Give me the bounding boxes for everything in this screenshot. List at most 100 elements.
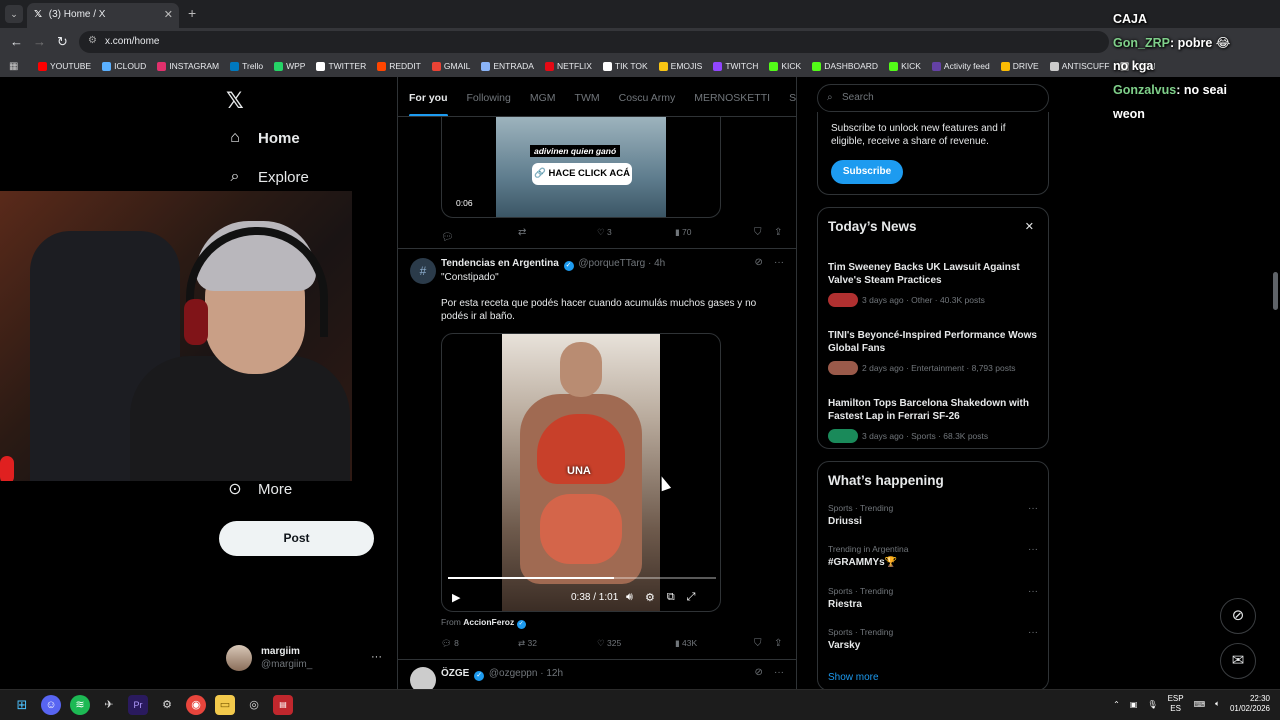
folder-icon[interactable]: ▭ <box>215 695 235 715</box>
post-button[interactable]: Post <box>219 521 374 556</box>
microphone-icon[interactable]: 🎙︎ <box>1147 700 1157 709</box>
bookmark-item[interactable]: Trello <box>230 61 263 71</box>
discord-icon[interactable]: ☺ <box>41 695 61 715</box>
account-menu-icon[interactable]: ··· <box>371 651 382 663</box>
trend-item[interactable]: Trending in Argentina #GRAMMYs🏆 ··· <box>828 544 1040 568</box>
timeline-tab[interactable]: For you <box>409 77 448 116</box>
timeline-tab[interactable]: TWM <box>575 77 600 116</box>
new-tab-button[interactable]: + <box>188 5 196 21</box>
tweet-author-handle[interactable]: @ozgeppn <box>489 668 538 679</box>
spotify-icon[interactable]: ≋ <box>70 695 90 715</box>
bookmark-item[interactable]: TWITCH <box>713 61 758 71</box>
tray-app-icon[interactable]: ▣ <box>1130 700 1138 709</box>
bookmark-item[interactable]: GMAIL <box>431 61 470 71</box>
url-field[interactable]: ⚙ x.com/home <box>79 31 1109 53</box>
trend-more-icon[interactable]: ··· <box>1028 544 1038 555</box>
trend-item[interactable]: Sports · Trending Varsky ··· <box>828 627 1040 651</box>
language-indicator[interactable]: ESP ES <box>1168 694 1184 714</box>
grok-icon[interactable]: ⊘ <box>1220 598 1256 634</box>
nav-more[interactable]: ⊙ More <box>226 479 292 499</box>
timeline-tab[interactable]: S <box>789 77 796 116</box>
timeline-tab[interactable]: MGM <box>530 77 556 116</box>
tweet-time[interactable]: 4h <box>654 258 665 269</box>
tweet-author-name[interactable]: ÖZGE <box>441 668 469 679</box>
bookmark-icon[interactable]: ⛉ <box>754 638 762 649</box>
bookmark-item[interactable]: KICK <box>889 61 921 71</box>
tweet-video[interactable]: UNA ▶ 0:38 / 1:01 🔊︎ ⚙ ⧉ ⤢ <box>441 333 721 612</box>
bookmark-item[interactable]: EMOJIS <box>658 61 702 71</box>
timeline-tab[interactable]: Coscu Army <box>619 77 676 116</box>
share-icon[interactable]: ⇪ <box>774 638 782 649</box>
site-info-icon[interactable]: ⚙ <box>88 35 97 46</box>
subscribe-button[interactable]: Subscribe <box>831 160 903 184</box>
bookmark-item[interactable]: YOUTUBE <box>38 61 91 71</box>
trend-item[interactable]: Sports · Trending Driussi ··· <box>828 503 1040 527</box>
bookmark-item[interactable]: DRIVE <box>1000 61 1039 71</box>
tab-close-icon[interactable]: ✕ <box>164 8 173 21</box>
grok-icon[interactable]: ⊘ <box>754 667 762 678</box>
bookmark-item[interactable]: INSTAGRAM <box>157 61 219 71</box>
premiere-icon[interactable]: Pr <box>128 695 148 715</box>
bookmark-item[interactable]: KICK <box>769 61 801 71</box>
tweet-author-handle[interactable]: @porqueTTarg <box>578 258 645 269</box>
obs-icon[interactable]: ◎ <box>244 695 264 715</box>
clock[interactable]: 22:30 01/02/2026 <box>1230 694 1270 714</box>
bookmark-item[interactable]: Activity feed <box>931 61 990 71</box>
trend-more-icon[interactable]: ··· <box>1028 586 1038 597</box>
reload-icon[interactable]: ↻ <box>57 34 68 50</box>
tweet-time[interactable]: 12h <box>546 668 563 679</box>
more-icon[interactable]: ··· <box>774 257 784 268</box>
play-icon[interactable]: ▶ <box>452 591 460 604</box>
close-icon[interactable]: ✕ <box>1025 220 1034 233</box>
search-input[interactable]: ⌕ Search <box>817 84 1049 112</box>
nav-home[interactable]: ⌂ Home <box>226 129 300 147</box>
tweet-video[interactable]: adivinen quien ganó 🔗 HACE CLICK ACÁ 0:0… <box>441 117 721 218</box>
bookmark-item[interactable]: REDDIT <box>377 61 421 71</box>
account-switcher[interactable]: margiim @margiim_ ··· <box>226 643 386 673</box>
views-button[interactable]: ▮ 70 <box>675 227 692 238</box>
trend-more-icon[interactable]: ··· <box>1028 627 1038 638</box>
back-arrow-icon[interactable]: ← <box>10 34 23 49</box>
trend-item[interactable]: Sports · Trending Riestra ··· <box>828 586 1040 610</box>
news-item[interactable]: Hamilton Tops Barcelona Shakedown with F… <box>828 397 1040 443</box>
windows-start-icon[interactable]: ⊞ <box>12 695 32 715</box>
avatar[interactable]: # <box>410 258 436 284</box>
timeline-tab[interactable]: Following <box>467 77 511 116</box>
volume-icon[interactable]: 🔈︎ <box>1215 699 1220 709</box>
like-button[interactable]: ♡ 325 <box>597 638 621 649</box>
source-name[interactable]: AccionFeroz <box>463 617 514 627</box>
reply-icon[interactable]: 💬︎ <box>441 227 454 245</box>
bookmark-item[interactable]: ANTISCUFF <box>1049 61 1109 71</box>
bookmark-item[interactable]: ICLOUD <box>102 61 146 71</box>
avatar[interactable] <box>410 667 436 689</box>
scrollbar-thumb[interactable] <box>1273 272 1278 310</box>
bookmark-item[interactable]: DASHBOARD <box>812 61 878 71</box>
retweet-icon[interactable]: ⇄ <box>518 227 526 238</box>
views-button[interactable]: ▮ 43K <box>675 638 697 649</box>
settings-icon[interactable]: ⚙ <box>645 591 655 604</box>
bookmark-icon[interactable]: ⛉ <box>754 227 762 238</box>
share-icon[interactable]: ⇪ <box>774 227 782 238</box>
app-icon[interactable]: ▤ <box>273 695 293 715</box>
fullscreen-icon[interactable]: ⤢ <box>687 591 696 604</box>
pip-icon[interactable]: ⧉ <box>667 591 675 604</box>
gear-icon[interactable]: ⚙ <box>157 695 177 715</box>
video-progress-bar[interactable] <box>448 577 716 579</box>
news-item[interactable]: TINI's Beyoncé-Inspired Performance Wows… <box>828 329 1040 375</box>
paper-plane-icon[interactable]: ✈ <box>99 695 119 715</box>
bookmark-item[interactable]: WPP <box>274 61 305 71</box>
network-icon[interactable]: ⌨ <box>1194 700 1206 709</box>
apps-grid-icon[interactable]: ▦ <box>9 61 18 72</box>
show-more-link[interactable]: Show more <box>828 672 879 683</box>
tray-chevron-icon[interactable]: ⌃ <box>1113 700 1120 709</box>
bookmark-item[interactable]: TIK TOK <box>602 61 648 71</box>
more-icon[interactable]: ··· <box>774 667 784 678</box>
like-button[interactable]: ♡ 3 <box>597 227 612 238</box>
tweet-author-name[interactable]: Tendencias en Argentina <box>441 258 559 269</box>
news-item[interactable]: Tim Sweeney Backs UK Lawsuit Against Val… <box>828 261 1040 307</box>
bookmark-item[interactable]: NETFLIX <box>544 61 592 71</box>
timeline-tab[interactable]: MERNOSKETTI <box>694 77 770 116</box>
chrome-icon[interactable]: ◉ <box>186 695 206 715</box>
bookmark-item[interactable]: ENTRADA <box>481 61 534 71</box>
grok-icon[interactable]: ⊘ <box>754 257 762 268</box>
